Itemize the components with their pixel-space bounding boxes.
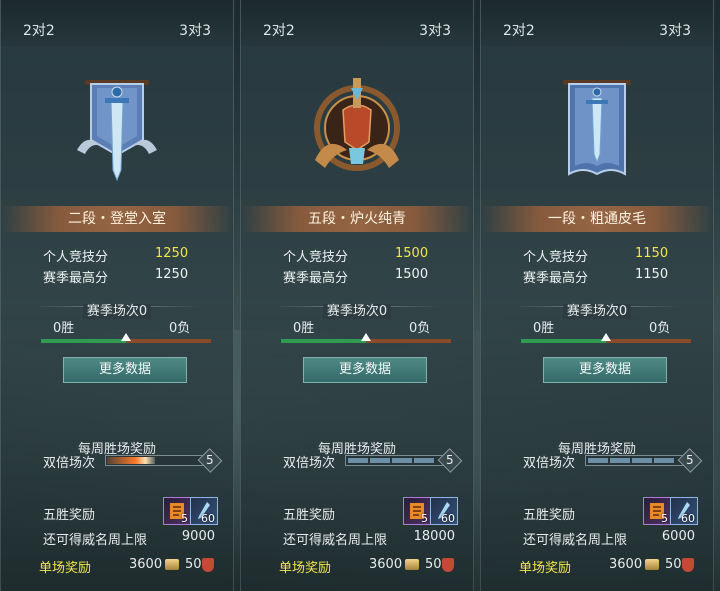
- win-loss-bar: [521, 333, 691, 343]
- weekly-limit-label: 还可得威名周上限: [523, 533, 628, 548]
- five-win-reward-label: 五胜奖励: [43, 508, 96, 523]
- season-matches-label: 赛季场次0: [82, 304, 152, 319]
- reward-item-sword-icon[interactable]: 60: [670, 497, 698, 525]
- mode-tabs: 2对2 3对3: [1, 0, 233, 46]
- single-match-reward-label: 单场奖励: [519, 561, 572, 576]
- best-score-label: 赛季最高分: [283, 271, 349, 286]
- weekly-limit-label: 还可得威名周上限: [283, 533, 388, 548]
- weekly-limit-value: 6000: [661, 529, 695, 544]
- bronze-winged-helm-emblem-icon: [314, 78, 400, 171]
- blue-banner-sword-emblem-icon: [77, 80, 157, 182]
- season-matches-label: 赛季场次0: [322, 304, 392, 319]
- tab-2v2[interactable]: 2对2: [23, 20, 55, 40]
- reward-item-2-count: 60: [201, 512, 215, 525]
- win-bar-fill: [521, 339, 606, 343]
- score-label: 个人竞技分: [283, 250, 349, 265]
- score-value: 1250: [155, 246, 189, 261]
- rank-panel-3: 2对2 3对3 一段・粗通皮毛 个人竞技分 1150 赛季最高分 1150 赛季…: [480, 0, 714, 591]
- best-score-value: 1500: [395, 267, 429, 282]
- win-bar-fill: [41, 339, 126, 343]
- season-matches: 赛季场次0: [1, 300, 233, 319]
- reward-item-sword-icon[interactable]: 60: [430, 497, 458, 525]
- season-matches: 赛季场次0: [481, 300, 713, 319]
- rank-panel-1: 2对2 3对3 二段・登堂入室 个人竞技分 1250 赛季最高分 1250 赛季…: [0, 0, 234, 591]
- weekly-limit-value: 18000: [413, 529, 455, 544]
- wins-label: 0胜: [293, 321, 315, 336]
- double-matches-progress: [345, 455, 445, 466]
- rank-title: 五段・炉火纯青: [241, 206, 473, 232]
- more-data-button[interactable]: 更多数据: [543, 357, 667, 383]
- best-score-label: 赛季最高分: [43, 271, 109, 286]
- best-score-label: 赛季最高分: [523, 271, 589, 286]
- tab-3v3[interactable]: 3对3: [179, 20, 211, 40]
- win-loss-bar: [41, 333, 211, 343]
- five-win-reward-label: 五胜奖励: [283, 508, 336, 523]
- season-matches: 赛季场次0: [241, 300, 473, 319]
- score-label: 个人竞技分: [43, 250, 109, 265]
- tab-3v3[interactable]: 3对3: [659, 20, 691, 40]
- coin-icon: [645, 559, 659, 570]
- score-label: 个人竞技分: [523, 250, 589, 265]
- reward-item-scroll-icon[interactable]: 5: [403, 497, 431, 525]
- coin-icon: [405, 559, 419, 570]
- tab-2v2[interactable]: 2对2: [503, 20, 535, 40]
- score-value: 1500: [395, 246, 429, 261]
- win-loss-marker: [601, 333, 611, 341]
- win-loss-marker: [361, 333, 371, 341]
- more-data-button[interactable]: 更多数据: [303, 357, 427, 383]
- coin-reward-value: 3600: [609, 557, 643, 572]
- reward-item-1-count: 5: [661, 512, 668, 525]
- double-matches-label: 双倍场次: [43, 456, 96, 471]
- shield-reward-value: 50: [665, 557, 682, 572]
- coin-reward-value: 3600: [129, 557, 163, 572]
- win-bar-fill: [281, 339, 366, 343]
- double-progress-fill: [107, 457, 155, 464]
- reward-item-2-count: 60: [441, 512, 455, 525]
- shield-icon: [442, 558, 454, 572]
- reward-item-1-count: 5: [421, 512, 428, 525]
- tab-2v2[interactable]: 2对2: [263, 20, 295, 40]
- reward-item-scroll-icon[interactable]: 5: [643, 497, 671, 525]
- best-score-value: 1250: [155, 267, 189, 282]
- score-value: 1150: [635, 246, 669, 261]
- reward-item-sword-icon[interactable]: 60: [190, 497, 218, 525]
- mode-tabs: 2对2 3对3: [241, 0, 473, 46]
- tab-3v3[interactable]: 3对3: [419, 20, 451, 40]
- shield-icon: [682, 558, 694, 572]
- weekly-limit-label: 还可得威名周上限: [43, 533, 148, 548]
- coin-reward-value: 3600: [369, 557, 403, 572]
- rank-title: 一段・粗通皮毛: [481, 206, 713, 232]
- double-matches-progress: [585, 455, 685, 466]
- shield-icon: [202, 558, 214, 572]
- rank-title: 二段・登堂入室: [1, 206, 233, 232]
- single-match-reward-label: 单场奖励: [279, 561, 332, 576]
- mode-tabs: 2对2 3对3: [481, 0, 713, 46]
- blue-banner-emblem-icon: [563, 80, 631, 176]
- losses-label: 0负: [649, 321, 671, 336]
- shield-reward-value: 50: [425, 557, 442, 572]
- single-match-reward-label: 单场奖励: [39, 561, 92, 576]
- reward-item-1-count: 5: [181, 512, 188, 525]
- five-win-reward-label: 五胜奖励: [523, 508, 576, 523]
- coin-icon: [165, 559, 179, 570]
- double-matches-label: 双倍场次: [283, 456, 336, 471]
- losses-label: 0负: [409, 321, 431, 336]
- wins-label: 0胜: [53, 321, 75, 336]
- rank-panel-2: 2对2 3对3 五段・炉火纯青 个人竞技分 1500 赛季最高分 1500 赛季…: [240, 0, 474, 591]
- weekly-limit-value: 9000: [181, 529, 215, 544]
- season-matches-label: 赛季场次0: [562, 304, 632, 319]
- double-matches-label: 双倍场次: [523, 456, 576, 471]
- shield-reward-value: 50: [185, 557, 202, 572]
- win-loss-marker: [121, 333, 131, 341]
- double-matches-progress: [105, 455, 205, 466]
- reward-item-2-count: 60: [681, 512, 695, 525]
- wins-label: 0胜: [533, 321, 555, 336]
- best-score-value: 1150: [635, 267, 669, 282]
- losses-label: 0负: [169, 321, 191, 336]
- win-loss-bar: [281, 333, 451, 343]
- more-data-button[interactable]: 更多数据: [63, 357, 187, 383]
- reward-item-scroll-icon[interactable]: 5: [163, 497, 191, 525]
